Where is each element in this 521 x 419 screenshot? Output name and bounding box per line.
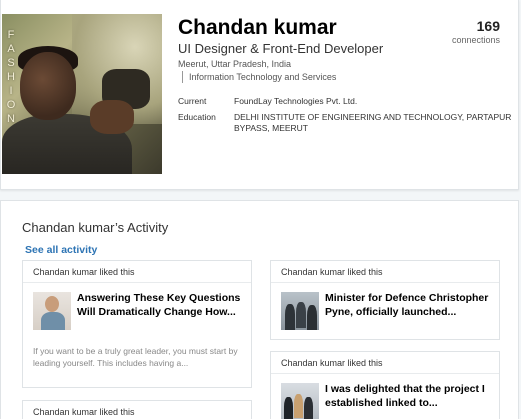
activity-section: Chandan kumar’s Activity See all activit…: [0, 200, 519, 419]
article-thumbnail[interactable]: [33, 292, 71, 330]
article-thumbnail[interactable]: [281, 292, 319, 330]
connections-label: connections: [451, 35, 500, 45]
connections-counter[interactable]: 169 connections: [452, 18, 500, 45]
photo-hand: [90, 100, 134, 134]
activity-card[interactable]: Chandan kumar liked this: [22, 400, 252, 419]
article-description: If you want to be a truly great leader, …: [33, 346, 238, 368]
activity-card-header: Chandan kumar liked this: [23, 261, 251, 283]
activity-title: Chandan kumar’s Activity: [22, 220, 169, 235]
activity-card-header: Chandan kumar liked this: [271, 352, 499, 374]
profile-headline: UI Designer & Front-End Developer: [178, 41, 384, 56]
see-all-activity-link[interactable]: See all activity: [25, 244, 97, 256]
education-label: Education: [178, 112, 216, 122]
profile-industry: Information Technology and Services: [182, 71, 336, 83]
current-label: Current: [178, 96, 207, 106]
profile-card: FASHION Chandan kumar UI Designer & Fron…: [0, 0, 519, 190]
connections-count: 169: [476, 18, 500, 34]
photo-face: [20, 52, 76, 120]
activity-card-header: Chandan kumar liked this: [271, 261, 499, 283]
current-company-link[interactable]: FoundLay Technologies Pvt. Ltd.: [234, 96, 514, 107]
profile-name: Chandan kumar: [178, 16, 337, 39]
activity-card-header: Chandan kumar liked this: [23, 401, 251, 419]
profile-location: Meerut, Uttar Pradesh, India: [178, 59, 292, 69]
activity-card[interactable]: Chandan kumar liked this I was delighted…: [270, 351, 500, 419]
photo-watermark: FASHION: [6, 29, 16, 125]
article-title-link[interactable]: Answering These Key Questions Will Drama…: [77, 291, 247, 319]
activity-card[interactable]: Chandan kumar liked this Answering These…: [22, 260, 252, 388]
article-title-link[interactable]: Minister for Defence Christopher Pyne, o…: [325, 291, 495, 319]
article-thumbnail[interactable]: [281, 383, 319, 419]
education-school-link[interactable]: DELHI INSTITUTE OF ENGINEERING AND TECHN…: [234, 112, 514, 134]
article-title-link[interactable]: I was delighted that the project I estab…: [325, 382, 495, 410]
profile-photo[interactable]: FASHION: [2, 14, 162, 174]
activity-card[interactable]: Chandan kumar liked this Minister for De…: [270, 260, 500, 340]
